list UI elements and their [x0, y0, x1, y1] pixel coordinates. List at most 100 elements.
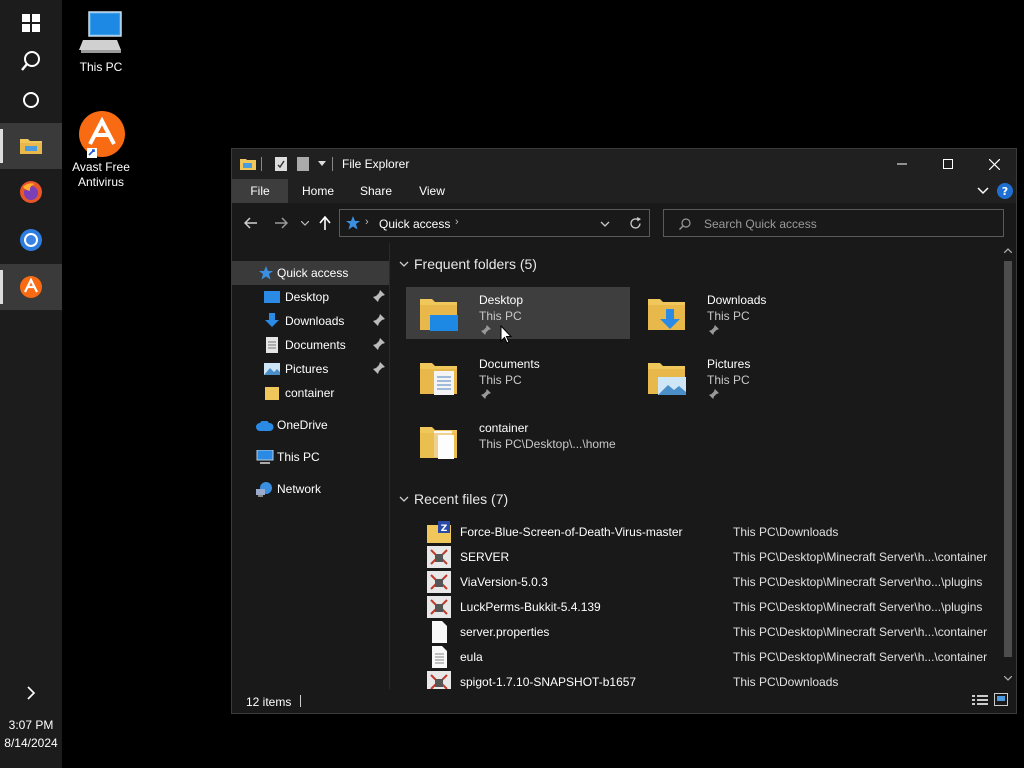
scrollbar-thumb[interactable] [1004, 261, 1012, 657]
nav-label: Quick access [277, 266, 349, 280]
desktop-icon-this-pc[interactable]: This PC [63, 10, 139, 75]
taskbar-chrome[interactable] [0, 217, 62, 263]
nav-desktop[interactable]: Desktop [232, 285, 389, 309]
up-arrow-icon[interactable] [319, 216, 331, 230]
content-area: Frequent folders (5) Desktop This PC Dow… [390, 243, 1000, 689]
address-text[interactable]: Quick access [379, 217, 450, 231]
file-path: This PC\Desktop\Minecraft Server\ho...\p… [733, 575, 983, 589]
recent-file-row[interactable]: server.properties This PC\Desktop\Minecr… [390, 619, 1000, 644]
ribbon-tabs: File Home Share View ? [232, 179, 1016, 203]
frequent-folder-container[interactable]: container This PC\Desktop\...\home [406, 415, 630, 467]
nav-onedrive[interactable]: OneDrive [232, 413, 389, 437]
pin-icon [373, 362, 385, 374]
new-folder-icon[interactable] [296, 156, 310, 172]
help-icon[interactable]: ? [997, 183, 1013, 199]
cortana-button[interactable] [0, 77, 62, 123]
chevron-down-icon[interactable] [399, 261, 409, 267]
maximize-button[interactable] [925, 149, 971, 179]
large-icons-view-icon[interactable] [994, 693, 1008, 706]
nav-label: This PC [277, 450, 320, 464]
file-name: ViaVersion-5.0.3 [460, 575, 548, 589]
frequent-folders-header[interactable]: Frequent folders (5) [414, 256, 537, 272]
desktop-icon-avast[interactable]: Avast Free Antivirus [63, 110, 139, 190]
tab-file[interactable]: File [232, 179, 288, 203]
frequent-folder-pictures[interactable]: Pictures This PC [634, 351, 858, 403]
search-placeholder: Search Quick access [704, 217, 817, 231]
taskbar: 3:07 PM 8/14/2024 [0, 0, 62, 768]
scroll-down-icon[interactable] [1004, 676, 1012, 681]
quick-access-star-icon [346, 216, 360, 230]
tab-share[interactable]: Share [350, 179, 402, 203]
tab-home[interactable]: Home [292, 179, 344, 203]
address-bar[interactable]: › Quick access › [339, 209, 650, 237]
firefox-icon [20, 181, 42, 203]
nav-quick-access[interactable]: Quick access [232, 261, 389, 285]
minimize-button[interactable] [879, 149, 925, 179]
recent-file-row[interactable]: ViaVersion-5.0.3 This PC\Desktop\Minecra… [390, 569, 1000, 594]
recent-file-row[interactable]: LuckPerms-Bukkit-5.4.139 This PC\Desktop… [390, 594, 1000, 619]
nav-container[interactable]: container [232, 381, 389, 405]
folder-location: This PC [479, 373, 522, 387]
address-dropdown-icon[interactable] [600, 221, 610, 227]
properties-icon[interactable] [274, 156, 288, 172]
recent-file-row[interactable]: SERVER This PC\Desktop\Minecraft Server\… [390, 544, 1000, 569]
nav-pictures[interactable]: Pictures [232, 357, 389, 381]
customize-dropdown-icon[interactable] [318, 161, 326, 167]
window-title: File Explorer [342, 157, 410, 171]
recent-locations-chevron-icon[interactable] [301, 221, 309, 226]
taskbar-firefox[interactable] [0, 169, 62, 215]
nav-label: Pictures [285, 362, 329, 376]
avast-icon [20, 276, 42, 298]
folder-name: container [479, 421, 529, 435]
folder-location: This PC\Desktop\...\home [479, 437, 616, 451]
expand-ribbon-icon[interactable] [977, 187, 989, 195]
recent-file-row[interactable]: Z Force-Blue-Screen-of-Death-Virus-maste… [390, 519, 1000, 544]
pin-icon [373, 338, 385, 350]
file-path: This PC\Desktop\Minecraft Server\h...\co… [733, 625, 988, 639]
navigation-bar: › Quick access › Search Quick access [232, 203, 1016, 243]
file-path: This PC\Downloads [733, 675, 839, 689]
clock[interactable]: 3:07 PM 8/14/2024 [0, 716, 62, 752]
file-path: This PC\Desktop\Minecraft Server\ho...\p… [733, 600, 983, 614]
file-name: Force-Blue-Screen-of-Death-Virus-master [460, 525, 683, 539]
chevron-down-icon[interactable] [399, 496, 409, 502]
vertical-scrollbar[interactable] [1000, 243, 1016, 689]
recent-file-row[interactable]: eula This PC\Desktop\Minecraft Server\h.… [390, 644, 1000, 669]
recent-files-header[interactable]: Recent files (7) [414, 491, 508, 507]
item-count: 12 items [246, 695, 292, 709]
frequent-folder-desktop[interactable]: Desktop This PC [406, 287, 630, 339]
chevron-right-icon [27, 686, 36, 700]
folder-name: Pictures [707, 357, 751, 371]
search-icon [679, 218, 691, 230]
scroll-up-icon[interactable] [1004, 248, 1012, 253]
close-button[interactable] [971, 149, 1017, 179]
taskbar-avast[interactable] [0, 264, 62, 310]
nav-network[interactable]: Network [232, 477, 389, 501]
file-name: eula [460, 650, 483, 664]
taskbar-file-explorer[interactable] [0, 123, 62, 169]
back-arrow-icon[interactable] [244, 217, 258, 229]
file-explorer-window: File Explorer File Home Share View ? › Q… [231, 148, 1017, 714]
tab-view[interactable]: View [406, 179, 458, 203]
desktop-icon [264, 291, 280, 303]
recent-file-row[interactable]: spigot-1.7.10-SNAPSHOT-b1657 This PC\Dow… [390, 669, 1000, 689]
nav-documents[interactable]: Documents [232, 333, 389, 357]
breadcrumb-separator-icon[interactable]: › [455, 216, 459, 228]
java-jar-icon [427, 671, 451, 689]
title-bar[interactable]: File Explorer [232, 149, 1016, 179]
desktop-icon-label: Avast Free Antivirus [72, 160, 130, 189]
details-view-icon[interactable] [972, 694, 988, 706]
frequent-folder-documents[interactable]: Documents This PC [406, 351, 630, 403]
close-icon [988, 158, 1000, 170]
forward-arrow-icon[interactable] [274, 217, 288, 229]
folder-documents-icon [420, 363, 457, 395]
clock-time: 3:07 PM [8, 718, 54, 732]
nav-this-pc[interactable]: This PC [232, 445, 389, 469]
pin-icon [481, 325, 491, 335]
frequent-folder-downloads[interactable]: Downloads This PC [634, 287, 858, 339]
show-more-button[interactable] [0, 670, 62, 716]
search-box[interactable]: Search Quick access [663, 209, 1004, 237]
refresh-icon[interactable] [629, 217, 642, 230]
svg-text:?: ? [1002, 185, 1008, 198]
nav-downloads[interactable]: Downloads [232, 309, 389, 333]
